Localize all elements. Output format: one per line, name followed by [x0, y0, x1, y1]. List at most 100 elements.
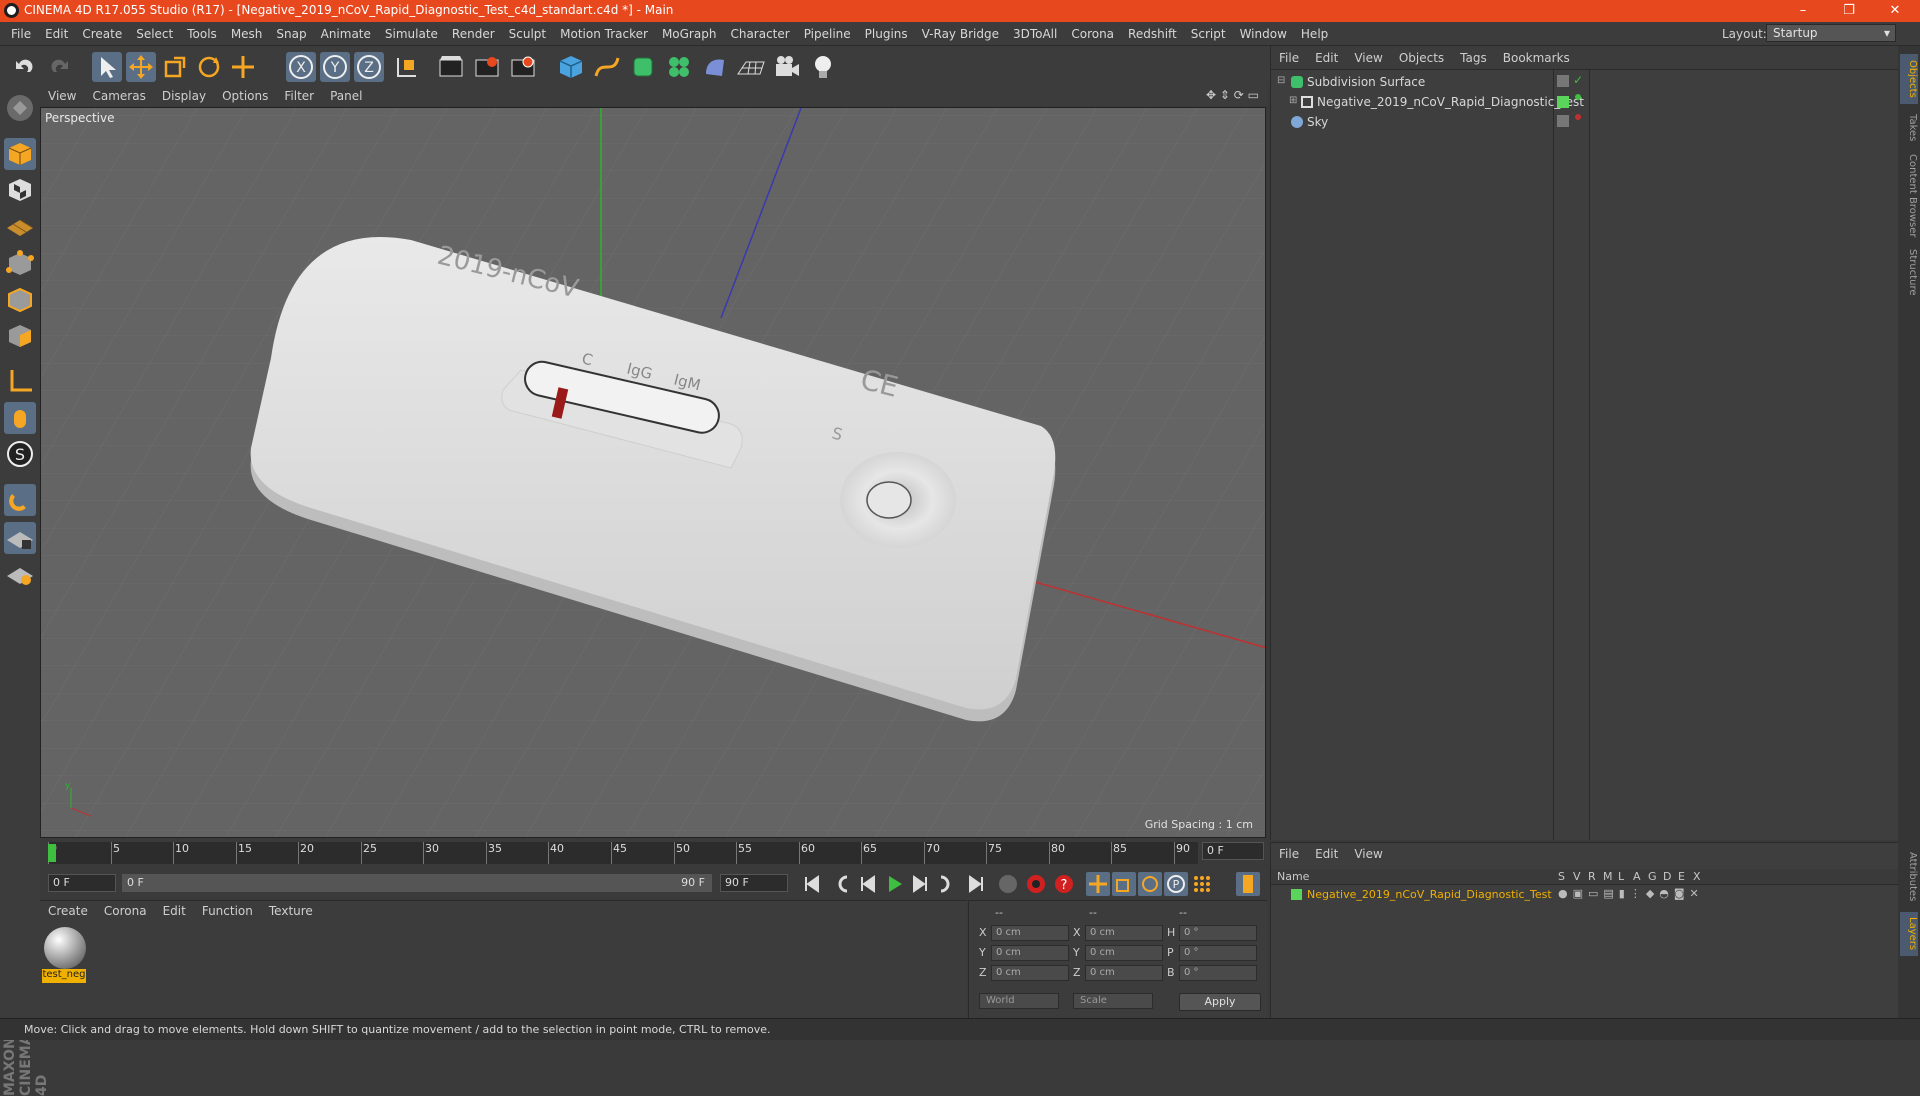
layer-color-icon[interactable] — [1557, 96, 1569, 108]
layout-select[interactable]: Startup — [1766, 24, 1896, 42]
camera-button[interactable] — [772, 52, 802, 82]
object-menu-file[interactable]: File — [1271, 46, 1307, 70]
record-active-objects-button[interactable] — [1024, 872, 1048, 896]
coord-field[interactable]: 0 ° — [1179, 965, 1257, 981]
magnet-button[interactable] — [4, 484, 36, 516]
key-rotation-button[interactable] — [1138, 872, 1162, 896]
menu-create[interactable]: Create — [75, 22, 129, 46]
close-button[interactable]: ✕ — [1872, 0, 1918, 22]
coord-field[interactable]: 0 cm — [991, 965, 1069, 981]
coord-field[interactable]: 0 cm — [1085, 925, 1163, 941]
light-button[interactable] — [808, 52, 838, 82]
prev-key-button[interactable] — [830, 872, 854, 896]
polygons-mode-button[interactable] — [4, 320, 36, 352]
make-editable-button[interactable] — [4, 92, 36, 124]
enabled-check-icon[interactable]: ✓ — [1573, 73, 1583, 87]
layer-col-m[interactable]: M — [1603, 870, 1613, 883]
cloner-button[interactable] — [664, 52, 694, 82]
recent-tool-button[interactable] — [228, 52, 258, 82]
menu-tools[interactable]: Tools — [180, 22, 224, 46]
edges-mode-button[interactable] — [4, 284, 36, 316]
scale-tool-button[interactable] — [160, 52, 190, 82]
layer-icon[interactable] — [1557, 75, 1569, 87]
coord-field[interactable]: 0 cm — [1085, 945, 1163, 961]
layer-col-s[interactable]: S — [1558, 870, 1565, 883]
y-axis-button[interactable]: Y — [320, 52, 350, 82]
viewport-menu-view[interactable]: View — [40, 86, 84, 106]
next-frame-button[interactable] — [908, 872, 932, 896]
menu-mesh[interactable]: Mesh — [224, 22, 270, 46]
record-disabled-icon[interactable] — [996, 872, 1020, 896]
viewport-menu-options[interactable]: Options — [214, 86, 276, 106]
texture-mode-button[interactable] — [4, 174, 36, 206]
layer-col-a[interactable]: A — [1633, 870, 1641, 883]
preview-range-slider[interactable]: 0 F 90 F — [122, 874, 712, 892]
timeline-playhead[interactable] — [48, 844, 56, 862]
layer-col-v[interactable]: V — [1573, 870, 1581, 883]
apply-button[interactable]: Apply — [1179, 993, 1261, 1011]
rotate-tool-button[interactable] — [194, 52, 224, 82]
3d-viewport[interactable]: 2019-nCoV C IgG IgM CE S y Perspective G… — [40, 107, 1266, 838]
viewport-menu-cameras[interactable]: Cameras — [84, 86, 153, 106]
move-tool-button[interactable] — [126, 52, 156, 82]
menu-window[interactable]: Window — [1233, 22, 1294, 46]
menu-v-ray-bridge[interactable]: V-Ray Bridge — [915, 22, 1006, 46]
coord-field[interactable]: 0 ° — [1179, 925, 1257, 941]
object-menu-edit[interactable]: Edit — [1307, 46, 1346, 70]
layer-menu-view[interactable]: View — [1346, 843, 1390, 865]
menu-redshift[interactable]: Redshift — [1121, 22, 1184, 46]
floor-button[interactable] — [736, 52, 766, 82]
menu-snap[interactable]: Snap — [269, 22, 313, 46]
layer-col-e[interactable]: E — [1678, 870, 1685, 883]
material-menu-create[interactable]: Create — [40, 901, 96, 921]
coordinate-system-button[interactable] — [392, 52, 422, 82]
menu-file[interactable]: File — [4, 22, 38, 46]
key-position-button[interactable] — [1086, 872, 1110, 896]
object-menu-bookmarks[interactable]: Bookmarks — [1495, 46, 1578, 70]
coord-field[interactable]: 0 cm — [991, 925, 1069, 941]
visibility-dot-icon[interactable] — [1575, 94, 1581, 100]
layer-menu-edit[interactable]: Edit — [1307, 843, 1346, 865]
material-preview-ball[interactable] — [44, 927, 86, 969]
render-picture-viewer-button[interactable] — [472, 52, 502, 82]
menu-simulate[interactable]: Simulate — [378, 22, 445, 46]
expand-icon[interactable]: ⊞ — [1289, 95, 1297, 106]
deformer-button[interactable] — [700, 52, 730, 82]
key-pla-button[interactable] — [1190, 872, 1214, 896]
model-mode-button[interactable] — [4, 138, 36, 170]
end-frame-field[interactable]: 90 F — [720, 874, 788, 892]
viewport-menu-filter[interactable]: Filter — [276, 86, 322, 106]
layer-row[interactable]: Negative_2019_nCoV_Rapid_Diagnostic_Test… — [1271, 886, 1899, 904]
menu-script[interactable]: Script — [1184, 22, 1233, 46]
subdivision-surface-button[interactable] — [628, 52, 658, 82]
object-row-subdivision[interactable]: ⊟ Subdivision Surface ✓ — [1271, 72, 1899, 92]
layer-col-x[interactable]: X — [1693, 870, 1701, 883]
layer-flags-icon[interactable]: ●▣▭▤▮⋮◆◓◙✕ — [1558, 887, 1704, 900]
menu-3dtoall[interactable]: 3DToAll — [1006, 22, 1064, 46]
tab-objects[interactable]: Objects — [1900, 54, 1918, 104]
tab-attributes[interactable]: Attributes — [1900, 846, 1918, 908]
layer-color-icon[interactable] — [1291, 889, 1302, 900]
layer-name[interactable]: Negative_2019_nCoV_Rapid_Diagnostic_Test — [1307, 888, 1552, 901]
layer-col-r[interactable]: R — [1588, 870, 1596, 883]
menu-mograph[interactable]: MoGraph — [655, 22, 724, 46]
layer-icon[interactable] — [1557, 115, 1569, 127]
z-axis-button[interactable]: Z — [354, 52, 384, 82]
goto-start-button[interactable] — [800, 872, 824, 896]
tab-content-browser[interactable]: Content Browser — [1900, 150, 1918, 242]
key-scale-button[interactable] — [1112, 872, 1136, 896]
menu-help[interactable]: Help — [1294, 22, 1335, 46]
object-menu-objects[interactable]: Objects — [1391, 46, 1452, 70]
current-frame-field[interactable]: 0 F — [1202, 842, 1264, 860]
tweak-mode-button[interactable] — [4, 402, 36, 434]
coordinate-mode-select[interactable]: World — [979, 993, 1059, 1009]
material-name-label[interactable]: test_neg — [42, 969, 86, 983]
prev-frame-button[interactable] — [856, 872, 880, 896]
viewport-menu-panel[interactable]: Panel — [322, 86, 370, 106]
menu-character[interactable]: Character — [723, 22, 796, 46]
start-frame-field[interactable]: 0 F — [48, 874, 116, 892]
locked-workplane-button[interactable] — [4, 522, 36, 554]
menu-plugins[interactable]: Plugins — [858, 22, 915, 46]
menu-corona[interactable]: Corona — [1064, 22, 1121, 46]
material-menu-corona[interactable]: Corona — [96, 901, 155, 921]
